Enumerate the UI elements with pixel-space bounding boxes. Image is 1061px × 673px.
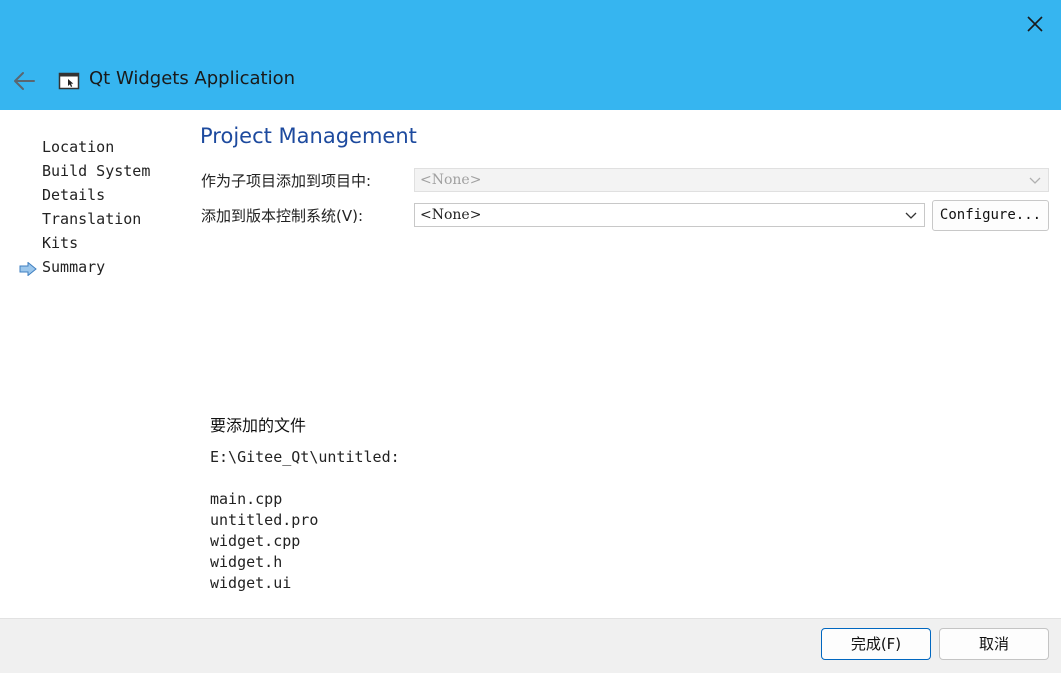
vcs-combo[interactable]: <None> [414,203,925,227]
file-item: widget.ui [210,574,292,592]
files-path: E:\Gitee_Qt\untitled: [210,448,400,466]
arrow-left-icon [14,72,35,90]
file-item: widget.h [210,553,283,571]
step-details: Details [42,186,106,204]
file-item: main.cpp [210,490,283,508]
files-to-add-list: E:\Gitee_Qt\untitled: main.cpp untitled.… [210,447,400,594]
finish-button[interactable]: 完成(F) [821,628,931,660]
title-bar [0,0,1061,110]
page-title: Project Management [200,124,417,148]
file-item: widget.cpp [210,532,301,550]
back-button[interactable] [8,64,42,98]
vcs-label: 添加到版本控制系统(V): [201,207,364,225]
subproject-combo: <None> [414,168,1049,192]
vcs-value: <None> [420,207,482,223]
chevron-down-icon [1029,177,1041,184]
configure-button[interactable]: Configure... [932,200,1049,231]
qt-app-window-icon [58,71,80,91]
files-to-add-heading: 要添加的文件 [210,416,307,435]
subproject-value: <None> [420,172,482,188]
files-spacer [210,468,400,489]
subproject-label: 作为子项目添加到项目中: [201,172,372,190]
step-translation: Translation [42,210,142,228]
step-summary: Summary [42,258,106,276]
step-kits: Kits [42,234,79,252]
close-button[interactable] [1016,8,1054,40]
file-item: untitled.pro [210,511,319,529]
window-title: Qt Widgets Application [89,68,296,89]
cancel-button[interactable]: 取消 [939,628,1049,660]
close-icon [1027,16,1043,32]
current-step-arrow-icon [19,261,37,277]
chevron-down-icon [905,212,917,219]
step-build-system: Build System [42,162,151,180]
step-location: Location [42,138,115,156]
